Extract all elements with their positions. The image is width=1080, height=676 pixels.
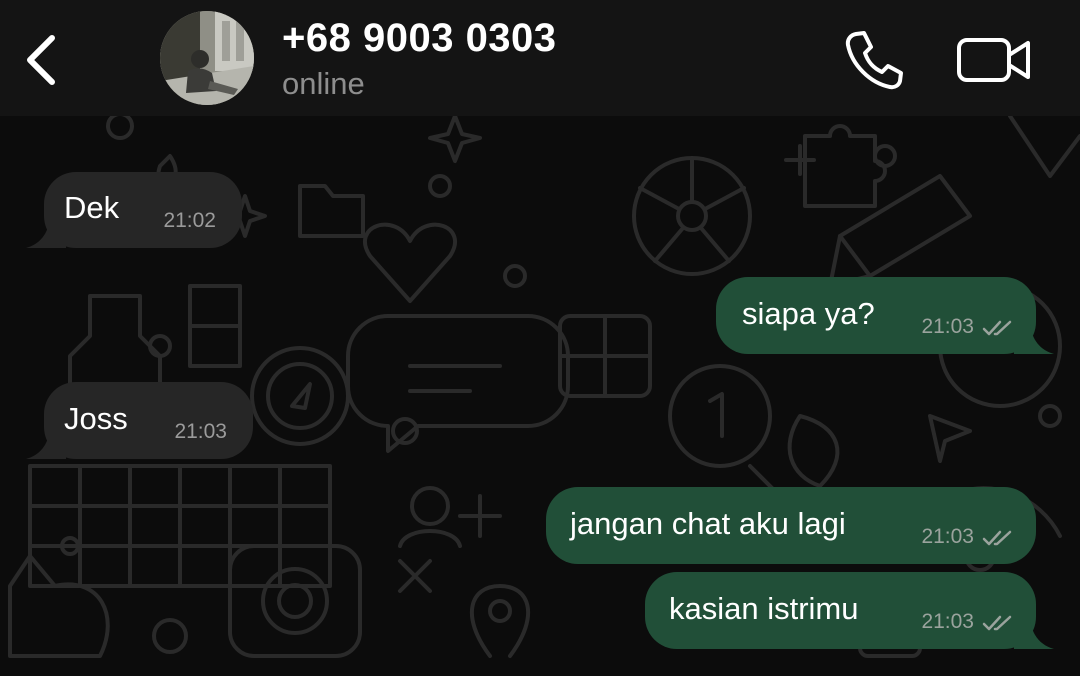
message-outgoing[interactable]: kasian istrimu 21:03: [645, 572, 1054, 649]
message-time: 21:03: [921, 525, 974, 548]
message-text: Joss: [64, 400, 128, 436]
chat-screen: +68 9003 0303 online Dek 21:02 siapa ya?…: [0, 0, 1080, 676]
message-text: Dek: [64, 189, 120, 225]
double-check-icon: [982, 320, 1012, 336]
message-text: kasian istrimu: [669, 590, 859, 626]
message-text: jangan chat aku lagi: [570, 505, 846, 541]
message-time: 21:02: [163, 209, 216, 232]
chat-header: +68 9003 0303 online: [0, 0, 1080, 116]
message-incoming[interactable]: Joss 21:03: [26, 382, 253, 459]
double-check-icon: [982, 530, 1012, 546]
message-time: 21:03: [921, 610, 974, 633]
bubble-tail: [1014, 619, 1054, 649]
message-outgoing[interactable]: siapa ya? 21:03: [716, 277, 1054, 354]
bubble-tail: [1014, 324, 1054, 354]
contact-name[interactable]: +68 9003 0303: [282, 16, 557, 61]
video-camera-icon[interactable]: [954, 30, 1034, 90]
message-time: 21:03: [921, 315, 974, 338]
double-check-icon: [982, 615, 1012, 631]
message-incoming[interactable]: Dek 21:02: [26, 172, 242, 248]
contact-avatar[interactable]: [160, 11, 254, 105]
back-chevron-icon[interactable]: [18, 28, 66, 92]
message-outgoing[interactable]: jangan chat aku lagi 21:03: [546, 487, 1036, 564]
bubble-tail: [26, 218, 66, 248]
phone-icon[interactable]: [842, 28, 906, 92]
contact-status: online: [282, 66, 365, 101]
message-time: 21:03: [174, 420, 227, 443]
message-text: siapa ya?: [742, 295, 875, 331]
bubble-tail: [26, 429, 66, 459]
